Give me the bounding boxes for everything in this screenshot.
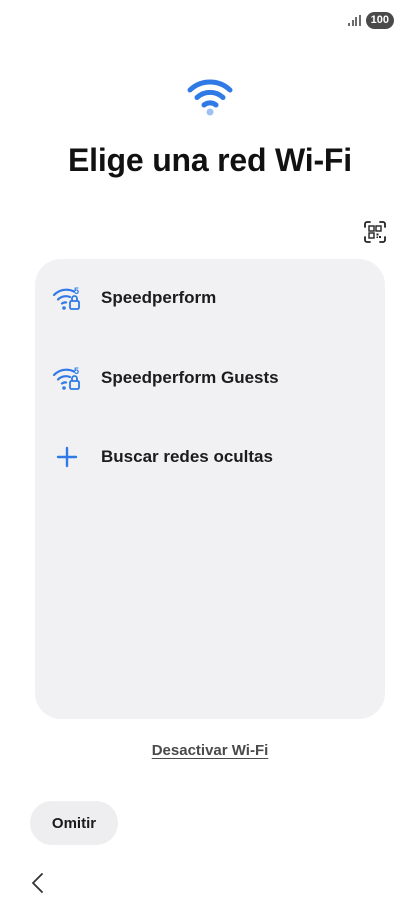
search-hidden-networks-item[interactable]: Buscar redes ocultas	[35, 429, 385, 485]
plus-icon	[52, 442, 82, 472]
qr-scan-button[interactable]	[361, 218, 389, 246]
wifi-icon	[0, 76, 420, 116]
chevron-left-icon	[32, 873, 43, 893]
skip-button[interactable]: Omitir	[30, 801, 118, 845]
network-list: 5 Speedperform 5 Speedperform Guests Bus…	[35, 259, 385, 719]
disable-wifi-container: Desactivar Wi-Fi	[0, 742, 420, 760]
back-button[interactable]	[26, 870, 48, 896]
page-title: Elige una red Wi-Fi	[68, 142, 352, 178]
battery-indicator: 100	[365, 12, 394, 29]
status-bar: 100	[348, 12, 394, 29]
svg-text:5: 5	[74, 286, 79, 296]
wifi-6-lock-icon: 5	[52, 363, 82, 393]
search-hidden-networks-label: Buscar redes ocultas	[101, 447, 273, 466]
signal-bars-icon	[348, 15, 361, 26]
qr-scan-icon	[364, 221, 386, 243]
wifi-setup-screen: 100 Elige una red Wi-Fi 5 Speedperform 5…	[0, 0, 420, 910]
wifi-6-lock-icon: 5	[52, 283, 82, 313]
network-name: Speedperform	[101, 288, 217, 307]
network-item[interactable]: 5 Speedperform Guests	[35, 350, 385, 406]
network-item[interactable]: 5 Speedperform	[35, 270, 385, 326]
disable-wifi-link[interactable]: Desactivar Wi-Fi	[152, 742, 269, 759]
network-name: Speedperform Guests	[101, 368, 279, 387]
svg-text:5: 5	[74, 366, 79, 376]
